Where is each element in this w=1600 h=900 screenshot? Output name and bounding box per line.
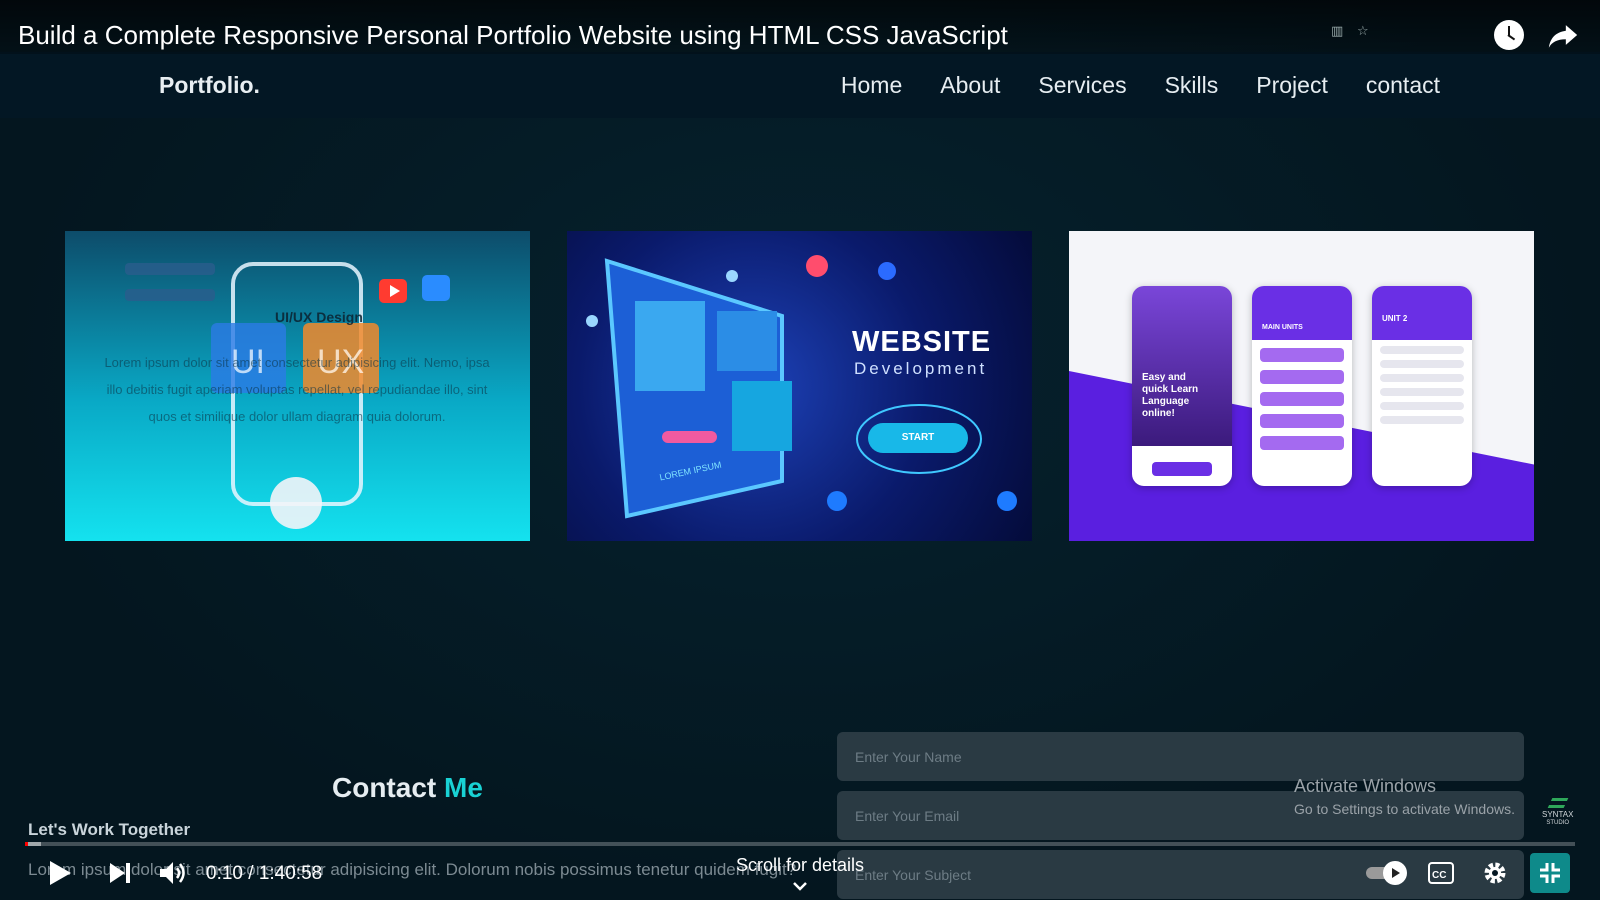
project-card-web-dev: WEBSITE Development START LOREM IPSUM	[567, 231, 1032, 541]
captions-icon[interactable]: CC	[1428, 862, 1454, 884]
site-brand: Portfolio.	[159, 72, 260, 98]
nav-link-home: Home	[840, 72, 903, 98]
uiux-body-text: Lorem ipsum dolor sit amet consectetur a…	[104, 355, 490, 424]
subject-input[interactable]	[837, 850, 1524, 899]
contact-heading-a: Contact	[332, 772, 437, 803]
app-phone-text: Easy and quick Learn Language online!	[1142, 372, 1199, 419]
next-icon[interactable]	[108, 861, 132, 885]
project-card-uiux: UI UX UI/UX Design Lorem ipsum dolor sit…	[65, 231, 530, 541]
app-phone-mockup: Easy and quick Learn Language online!	[1132, 286, 1232, 486]
channel-watermark-sub: STUDIO	[1546, 820, 1570, 826]
contact-paragraph: Lorem ipsum dolor sit amet consectetur a…	[28, 860, 798, 879]
gear-icon[interactable]	[1482, 860, 1508, 886]
star-icon: ☆	[1357, 23, 1369, 38]
nav-link-skills: Skills	[1164, 72, 1219, 98]
channel-watermark[interactable]: SYNTAX STUDIO	[1542, 798, 1573, 828]
app-phone-heading: MAIN UNITS	[1262, 324, 1303, 331]
autoplay-toggle[interactable]	[1365, 860, 1409, 886]
web-dev-illustration	[586, 255, 1017, 519]
app-phone-mockup: MAIN UNITS	[1252, 286, 1352, 486]
player-top-bar: Build a Complete Responsive Personal Por…	[0, 0, 1600, 54]
uiux-caption: UI/UX Design	[275, 309, 363, 325]
activate-windows-subtitle: Go to Settings to activate Windows.	[1294, 801, 1515, 817]
watch-later-icon[interactable]	[1494, 20, 1524, 50]
contact-subtitle: Let's Work Together	[28, 820, 191, 839]
progress-played	[25, 842, 28, 846]
bookmark-icon: ▥	[1331, 23, 1344, 38]
web-dev-subtitle: Development	[854, 359, 988, 378]
contact-heading-b: Me	[444, 772, 483, 803]
app-phone-heading: UNIT 2	[1382, 314, 1408, 323]
progress-bar[interactable]	[25, 842, 1575, 846]
scroll-for-details[interactable]: Scroll for details	[733, 855, 867, 876]
nav-link-services: Services	[1038, 72, 1127, 98]
name-input[interactable]	[837, 732, 1524, 781]
site-navbar: Portfolio. Home About Services Skills Pr…	[0, 52, 1600, 118]
syntax-logo-icon	[1547, 798, 1569, 808]
top-tiny-icons: ▥ ☆	[1331, 24, 1371, 38]
play-icon[interactable]	[48, 860, 72, 886]
activate-windows-watermark: Activate Windows Go to Settings to activ…	[1294, 776, 1515, 817]
app-phone-mockup: UNIT 2	[1372, 286, 1472, 486]
svg-text:CC: CC	[1432, 870, 1446, 881]
chevron-down-icon[interactable]	[792, 880, 808, 892]
contact-heading: Contact Me	[332, 772, 483, 804]
time-display: 0:10 / 1:40:58	[206, 863, 323, 884]
exit-fullscreen-icon[interactable]	[1530, 853, 1570, 893]
share-icon[interactable]	[1546, 18, 1580, 52]
nav-link-contact: contact	[1365, 72, 1440, 98]
site-nav-links: Home About Services Skills Project conta…	[841, 72, 1440, 99]
nav-link-project: Project	[1256, 72, 1328, 98]
channel-watermark-name: SYNTAX	[1542, 810, 1574, 819]
nav-link-about: About	[940, 72, 1001, 98]
activate-windows-title: Activate Windows	[1294, 776, 1437, 796]
project-card-language-app: Easy and quick Learn Language online! MA…	[1069, 231, 1534, 541]
video-title[interactable]: Build a Complete Responsive Personal Por…	[18, 20, 1008, 51]
volume-icon[interactable]	[159, 860, 187, 886]
web-dev-start-badge: START	[868, 423, 968, 453]
video-frame[interactable]: Portfolio. Home About Services Skills Pr…	[0, 0, 1600, 900]
web-dev-title: WEBSITE	[852, 326, 992, 358]
